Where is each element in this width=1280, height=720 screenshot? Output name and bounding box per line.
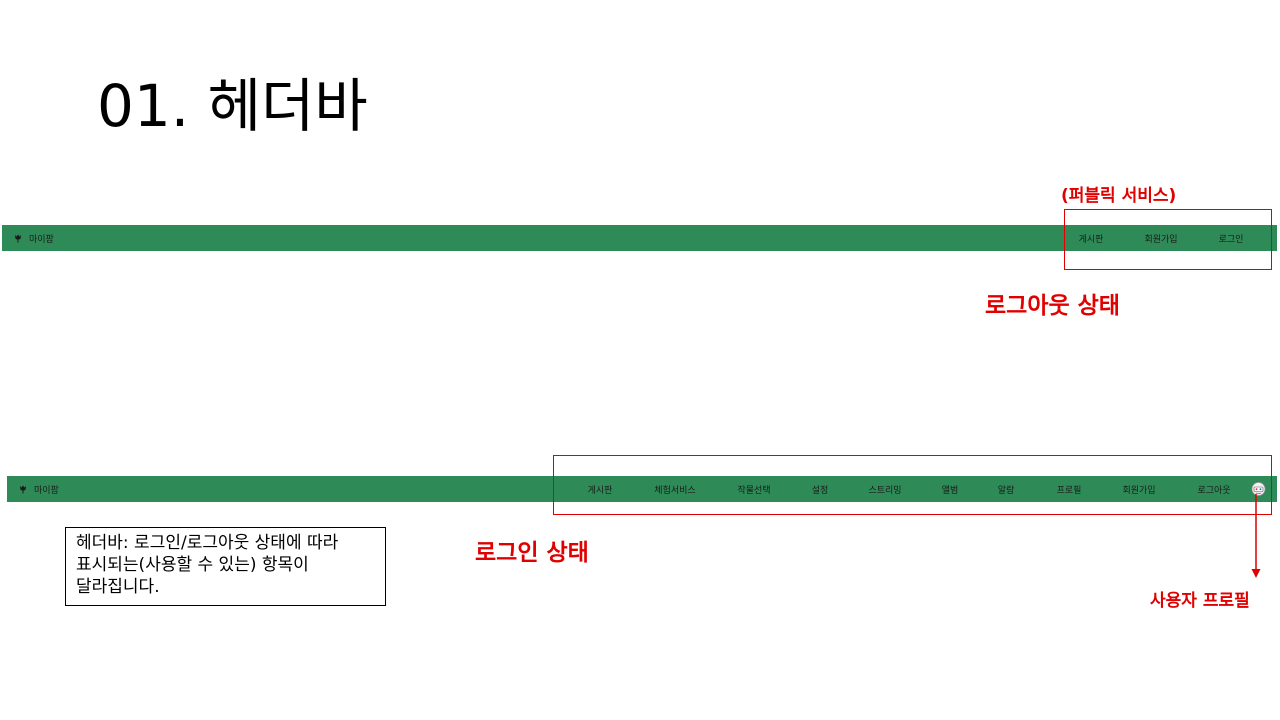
brand-link[interactable]: 마이팜 [19, 476, 59, 502]
slide: 01. 헤더바 마이팜 게시판 회원가입 로그인 마이팜 게시판 체험서비스 작… [0, 0, 1280, 720]
nav-item-album[interactable]: 앨범 [942, 476, 959, 502]
nav-item-signup[interactable]: 회원가입 [1122, 476, 1155, 502]
login-state-label: 로그인 상태 [475, 540, 589, 566]
logout-state-label: 로그아웃 상태 [985, 293, 1120, 319]
nav-item-board[interactable]: 게시판 [1079, 225, 1104, 251]
nav-item-logout[interactable]: 로그아웃 [1197, 476, 1230, 502]
slide-title: 01. 헤더바 [97, 72, 368, 140]
nav-item-login[interactable]: 로그인 [1219, 225, 1244, 251]
arrow-down-icon [1251, 494, 1261, 578]
nav-item-signup[interactable]: 회원가입 [1144, 225, 1177, 251]
tulip-icon [20, 485, 26, 493]
login-header-bar: 마이팜 게시판 체험서비스 작물선택 설정 스트리밍 앨범 알람 프로필 회원가… [7, 476, 1277, 502]
logout-header-bar: 마이팜 게시판 회원가입 로그인 [2, 225, 1277, 251]
brand-link[interactable]: 마이팜 [14, 225, 54, 251]
nav-item-board[interactable]: 게시판 [588, 476, 613, 502]
brand-label: 마이팜 [29, 234, 54, 245]
nav-item-profile[interactable]: 프로필 [1057, 476, 1082, 502]
nav-item-experience-service[interactable]: 체험서비스 [654, 476, 695, 502]
tulip-icon [15, 234, 21, 242]
description-note: 헤더바: 로그인/로그아웃 상태에 따라 표시되는(사용할 수 있는) 항목이 … [65, 527, 386, 606]
user-profile-label: 사용자 프로필 [1150, 591, 1250, 611]
nav-item-streaming[interactable]: 스트리밍 [868, 476, 901, 502]
nav-item-settings[interactable]: 설정 [812, 476, 829, 502]
nav-item-crop-selection[interactable]: 작물선택 [737, 476, 770, 502]
brand-label: 마이팜 [34, 485, 59, 496]
public-service-label: (퍼블릭 서비스) [1061, 186, 1177, 206]
nav-item-alarm[interactable]: 알람 [998, 476, 1015, 502]
